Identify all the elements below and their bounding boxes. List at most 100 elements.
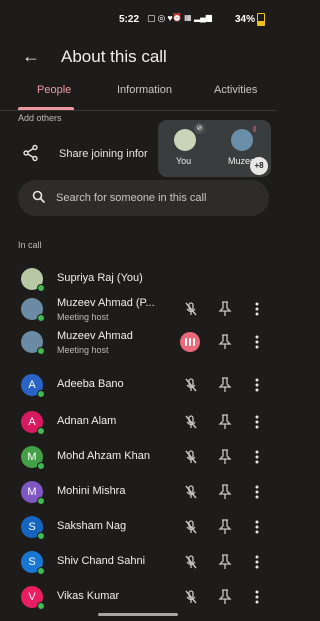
- tab-people[interactable]: People: [37, 84, 71, 96]
- online-status-dot: [37, 602, 45, 610]
- mic-off-icon[interactable]: [183, 554, 199, 570]
- participant-tile-avatar: [231, 129, 253, 151]
- more-participants-badge: +8: [250, 157, 268, 175]
- more-vert-icon[interactable]: [254, 519, 260, 535]
- share-icon: [23, 144, 38, 162]
- avatar-initial: M: [27, 451, 37, 463]
- participant-name: Muzeev Ahmad (P...: [57, 297, 155, 309]
- participant-row[interactable]: V Vikas Kumar: [0, 580, 276, 614]
- mic-off-icon: ⊘: [194, 123, 205, 134]
- picture-in-picture-tiles[interactable]: ⊘ You ⦀ Muzee +8: [158, 120, 271, 177]
- tab-information[interactable]: Information: [117, 84, 172, 96]
- avatar-initial: S: [28, 521, 36, 533]
- participant-role: Meeting host: [57, 312, 109, 322]
- participant-name: Mohini Mishra: [57, 485, 126, 497]
- avatar: S: [21, 516, 45, 540]
- mic-off-icon[interactable]: [183, 377, 199, 393]
- back-arrow-icon[interactable]: ←: [22, 46, 40, 67]
- self-tile-avatar: [174, 129, 196, 151]
- avatar: S: [21, 551, 45, 575]
- online-status-dot: [37, 567, 45, 575]
- participant-row[interactable]: M Mohd Ahzam Khan: [0, 440, 276, 474]
- avatar: A: [21, 411, 45, 435]
- tab-activities[interactable]: Activities: [214, 84, 257, 96]
- participant-row[interactable]: S Saksham Nag: [0, 510, 276, 544]
- mic-off-icon[interactable]: [183, 449, 199, 465]
- online-status-dot: [37, 347, 45, 355]
- more-vert-icon[interactable]: [254, 414, 260, 430]
- more-vert-icon[interactable]: [254, 301, 260, 317]
- participant-row[interactable]: Supriya Raj (You): [0, 262, 276, 296]
- participant-name: Supriya Raj (You): [57, 272, 143, 284]
- page-title: About this call: [61, 47, 167, 66]
- pin-icon[interactable]: [218, 377, 232, 393]
- section-label-add-others: Add others: [18, 113, 62, 123]
- online-status-dot: [37, 427, 45, 435]
- participant-name: Adeeba Bano: [57, 378, 124, 390]
- battery-icon: [257, 13, 265, 26]
- more-vert-icon[interactable]: [254, 449, 260, 465]
- avatar-initial: V: [28, 591, 36, 603]
- active-tab-indicator: [18, 107, 74, 110]
- status-bar: 5:22 ▢◎♥• ⏰ ▦ ▂▄▆ 34%: [0, 0, 276, 36]
- online-status-dot: [37, 284, 45, 292]
- avatar: M: [21, 446, 45, 470]
- participant-search-field[interactable]: Search for someone in this call: [18, 180, 269, 216]
- more-vert-icon[interactable]: [254, 554, 260, 570]
- pin-icon[interactable]: [218, 301, 232, 317]
- participant-name: Mohd Ahzam Khan: [57, 450, 150, 462]
- pin-icon[interactable]: [218, 519, 232, 535]
- more-vert-icon[interactable]: [254, 334, 260, 350]
- tab-bar: People Information Activities: [0, 80, 276, 111]
- participant-name: Saksham Nag: [57, 520, 127, 532]
- search-icon: [32, 190, 46, 204]
- mic-off-icon[interactable]: [183, 414, 199, 430]
- more-vert-icon[interactable]: [254, 484, 260, 500]
- participant-row[interactable]: A Adeeba Bano: [0, 368, 276, 402]
- avatar-photo: [21, 298, 45, 322]
- pin-icon[interactable]: [218, 554, 232, 570]
- mic-off-icon[interactable]: [183, 484, 199, 500]
- pin-icon[interactable]: [218, 484, 232, 500]
- mic-off-icon[interactable]: [183, 589, 199, 605]
- participant-name: Adnan Alam: [57, 415, 117, 427]
- participant-row[interactable]: M Mohini Mishra: [0, 475, 276, 509]
- avatar-initial: M: [27, 486, 37, 498]
- section-label-in-call: In call: [18, 240, 42, 250]
- avatar-photo: [21, 331, 45, 355]
- participant-row[interactable]: Muzeev Ahmad (P... Meeting host: [0, 292, 276, 326]
- more-vert-icon[interactable]: [254, 377, 260, 393]
- participant-name: Muzeev Ahmad: [57, 330, 133, 342]
- gesture-nav-bar[interactable]: [98, 613, 178, 616]
- pin-icon[interactable]: [218, 414, 232, 430]
- avatar-initial: A: [28, 416, 36, 428]
- participant-name: Vikas Kumar: [57, 590, 120, 602]
- avatar-initial: A: [28, 379, 36, 391]
- mic-off-icon[interactable]: [183, 519, 199, 535]
- battery-percent: 34%: [235, 14, 256, 25]
- avatar: M: [21, 481, 45, 505]
- system-icons: ⏰ ▦ ▂▄▆: [172, 13, 212, 22]
- pin-icon[interactable]: [218, 589, 232, 605]
- participant-role: Meeting host: [57, 345, 109, 355]
- speaking-indicator-icon: [180, 332, 200, 352]
- pin-icon[interactable]: [218, 334, 232, 350]
- participant-name: Shiv Chand Sahni: [57, 555, 146, 567]
- online-status-dot: [37, 497, 45, 505]
- online-status-dot: [37, 462, 45, 470]
- participant-row[interactable]: A Adnan Alam: [0, 405, 276, 439]
- online-status-dot: [37, 390, 45, 398]
- avatar-initial: S: [28, 556, 36, 568]
- self-tile-label: You: [176, 156, 192, 166]
- participant-row[interactable]: Muzeev Ahmad Meeting host: [0, 325, 276, 359]
- participant-row[interactable]: S Shiv Chand Sahni: [0, 545, 276, 579]
- online-status-dot: [37, 532, 45, 540]
- pin-icon[interactable]: [218, 449, 232, 465]
- mic-off-icon[interactable]: [183, 301, 199, 317]
- more-vert-icon[interactable]: [254, 589, 260, 605]
- status-time: 5:22: [119, 14, 140, 25]
- avatar: A: [21, 374, 45, 398]
- share-joining-info-label: Share joining infor: [59, 148, 148, 160]
- speaking-indicator-icon: ⦀: [253, 125, 257, 134]
- search-placeholder: Search for someone in this call: [56, 192, 207, 204]
